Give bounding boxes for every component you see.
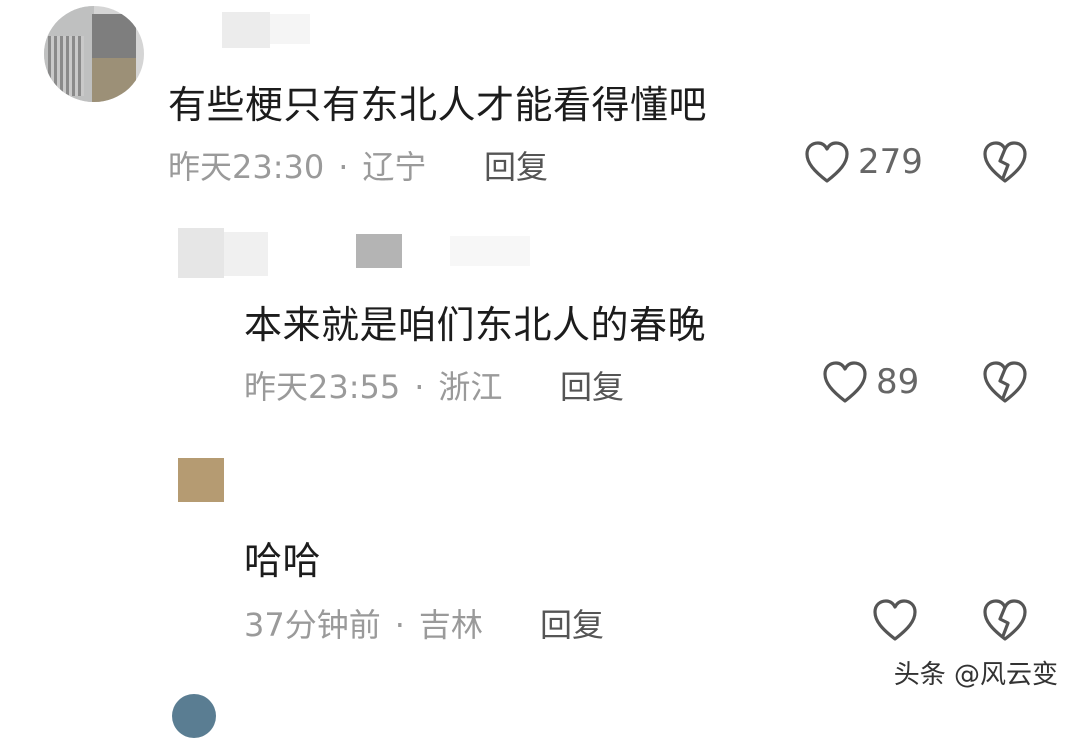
- reply-button[interactable]: 回复: [560, 362, 624, 408]
- avatar-blur: [224, 232, 268, 276]
- comment-text: 本来就是咱们东北人的春晚: [244, 303, 707, 347]
- watermark: 头条 @风云变: [893, 660, 1058, 690]
- like-count: 279: [858, 142, 923, 182]
- reply-button[interactable]: 回复: [484, 142, 548, 188]
- avatar[interactable]: [178, 228, 224, 278]
- username-redacted[interactable]: [222, 12, 270, 48]
- meta-separator: ·: [338, 148, 349, 186]
- avatar[interactable]: [44, 6, 144, 102]
- username-redacted: [450, 236, 530, 266]
- avatar-blur: [92, 14, 136, 58]
- like-count: 89: [876, 362, 920, 402]
- comment-meta: 37分钟前 · 吉林: [244, 600, 483, 646]
- comment-meta: 昨天23:30 · 辽宁: [168, 142, 426, 188]
- heart-outline-icon[interactable]: [872, 599, 918, 643]
- heart-outline-icon[interactable]: [804, 141, 850, 185]
- comment-text: 哈哈: [244, 539, 322, 583]
- username-redacted: [270, 14, 310, 44]
- broken-heart-icon[interactable]: [982, 141, 1028, 185]
- broken-heart-icon[interactable]: [982, 599, 1028, 643]
- username-redacted[interactable]: [356, 234, 402, 268]
- avatar-blur: [92, 58, 136, 102]
- comment-time: 昨天23:30: [168, 148, 325, 186]
- avatar-blur: [48, 36, 84, 96]
- comment-time: 37分钟前: [244, 606, 381, 644]
- comment-time: 昨天23:55: [244, 368, 401, 406]
- avatar[interactable]: [172, 694, 216, 738]
- comment-location: 浙江: [438, 368, 503, 406]
- meta-separator: ·: [414, 368, 425, 406]
- reply-button[interactable]: 回复: [540, 600, 604, 646]
- avatar[interactable]: [178, 458, 224, 502]
- comment-location: 吉林: [418, 606, 483, 644]
- comment-location: 辽宁: [362, 148, 427, 186]
- heart-outline-icon[interactable]: [822, 361, 868, 405]
- comment-meta: 昨天23:55 · 浙江: [244, 362, 502, 408]
- meta-separator: ·: [394, 606, 405, 644]
- broken-heart-icon[interactable]: [982, 361, 1028, 405]
- comment-text: 有些梗只有东北人才能看得懂吧: [168, 83, 708, 127]
